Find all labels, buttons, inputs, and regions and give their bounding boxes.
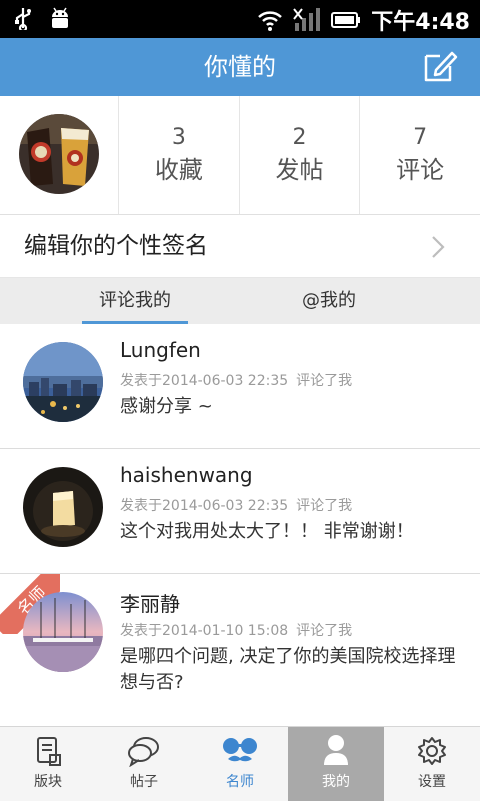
android-debug-icon — [52, 7, 68, 28]
nav-settings[interactable]: 设置 — [384, 727, 480, 801]
stat-favorites[interactable]: 3 收藏 — [119, 96, 240, 214]
comment-tabs: 评论我的 @我的 — [0, 278, 480, 324]
stat-label: 评论 — [396, 156, 445, 184]
nav-label: 帖子 — [130, 774, 158, 790]
comment-body: 这个对我用处太大了！！ 非常谢谢！ — [120, 521, 414, 542]
stat-label: 收藏 — [154, 156, 203, 184]
list-item[interactable]: haishenwang 发表于2014-06-03 22:35 评论了我 这个对我… — [0, 449, 480, 574]
comment-action: 评论了我 — [296, 373, 353, 389]
edit-icon[interactable] — [422, 48, 458, 84]
commenter-name[interactable]: haishenwang — [120, 463, 253, 487]
chevron-right-icon — [432, 236, 445, 258]
nav-me[interactable]: 我的 — [288, 727, 384, 801]
nav-forum[interactable]: 版块 — [0, 727, 96, 801]
signature-label: 编辑你的个性签名 — [24, 233, 208, 259]
commenter-name[interactable]: Lungfen — [120, 338, 201, 362]
comment-body: 是哪四个问题, 决定了你的美国院校选择理想与否? — [120, 646, 456, 693]
wifi-icon — [258, 11, 283, 31]
comment-date: 发表于2014-06-03 22:35 — [120, 498, 289, 514]
bottom-nav: 版块 帖子 名师 我的 设置 — [0, 726, 480, 801]
nav-label: 我的 — [322, 774, 350, 790]
edit-signature-row[interactable]: 编辑你的个性签名 — [0, 215, 480, 278]
stat-count: 7 — [413, 125, 428, 150]
comment-list: Lungfen 发表于2014-06-03 22:35 评论了我 感谢分享 ~ h… — [0, 324, 480, 726]
avatar[interactable] — [19, 114, 99, 194]
stat-count: 3 — [171, 125, 186, 150]
battery-icon — [331, 12, 361, 28]
page-title: 你懂的 — [204, 53, 276, 81]
list-item[interactable]: 名师 李丽静 发表于2014-01-10 15:08 评论了我 是哪四个问题, … — [0, 574, 480, 726]
nav-label: 设置 — [418, 774, 446, 790]
glasses-mustache-icon — [223, 738, 257, 762]
nav-teachers[interactable]: 名师 — [192, 727, 288, 801]
profile-summary: 3 收藏 2 发帖 7 评论 — [0, 96, 480, 215]
tab-mentions[interactable]: @我的 — [276, 278, 382, 324]
comment-body: 感谢分享 ~ — [120, 396, 213, 417]
tab-label: 评论我的 — [99, 290, 171, 311]
stat-label: 发帖 — [275, 156, 324, 184]
commenter-name[interactable]: 李丽静 — [120, 588, 180, 617]
usb-icon — [15, 8, 31, 30]
comment-meta: 发表于2014-06-03 22:35 评论了我 — [120, 495, 360, 515]
avatar[interactable] — [23, 342, 103, 422]
tab-comments-to-me[interactable]: 评论我的 — [82, 278, 188, 324]
stat-posts[interactable]: 2 发帖 — [240, 96, 361, 214]
clock: 下午4:48 — [371, 10, 470, 35]
avatar[interactable] — [23, 467, 103, 547]
avatar[interactable] — [23, 592, 103, 672]
forum-icon — [37, 737, 61, 766]
comment-meta: 发表于2014-01-10 15:08 评论了我 — [120, 620, 360, 640]
chat-bubble-icon — [128, 737, 159, 767]
stat-comments[interactable]: 7 评论 — [360, 96, 480, 214]
app-bar: 你懂的 — [0, 38, 480, 96]
comment-action: 评论了我 — [296, 623, 353, 639]
comment-date: 发表于2014-06-03 22:35 — [120, 373, 289, 389]
nav-posts[interactable]: 帖子 — [96, 727, 192, 801]
nav-label: 名师 — [226, 774, 254, 790]
tab-label: @我的 — [302, 290, 356, 311]
signal-icon — [293, 8, 321, 31]
comment-meta: 发表于2014-06-03 22:35 评论了我 — [120, 370, 360, 390]
stat-count: 2 — [292, 125, 307, 150]
comment-date: 发表于2014-01-10 15:08 — [120, 623, 289, 639]
status-bar: 下午4:48 — [0, 0, 480, 38]
comment-action: 评论了我 — [296, 498, 353, 514]
gear-icon — [418, 737, 446, 765]
nav-label: 版块 — [34, 774, 62, 790]
list-item[interactable]: Lungfen 发表于2014-06-03 22:35 评论了我 感谢分享 ~ — [0, 324, 480, 449]
person-icon — [324, 735, 348, 765]
avatar-cell — [0, 96, 119, 214]
